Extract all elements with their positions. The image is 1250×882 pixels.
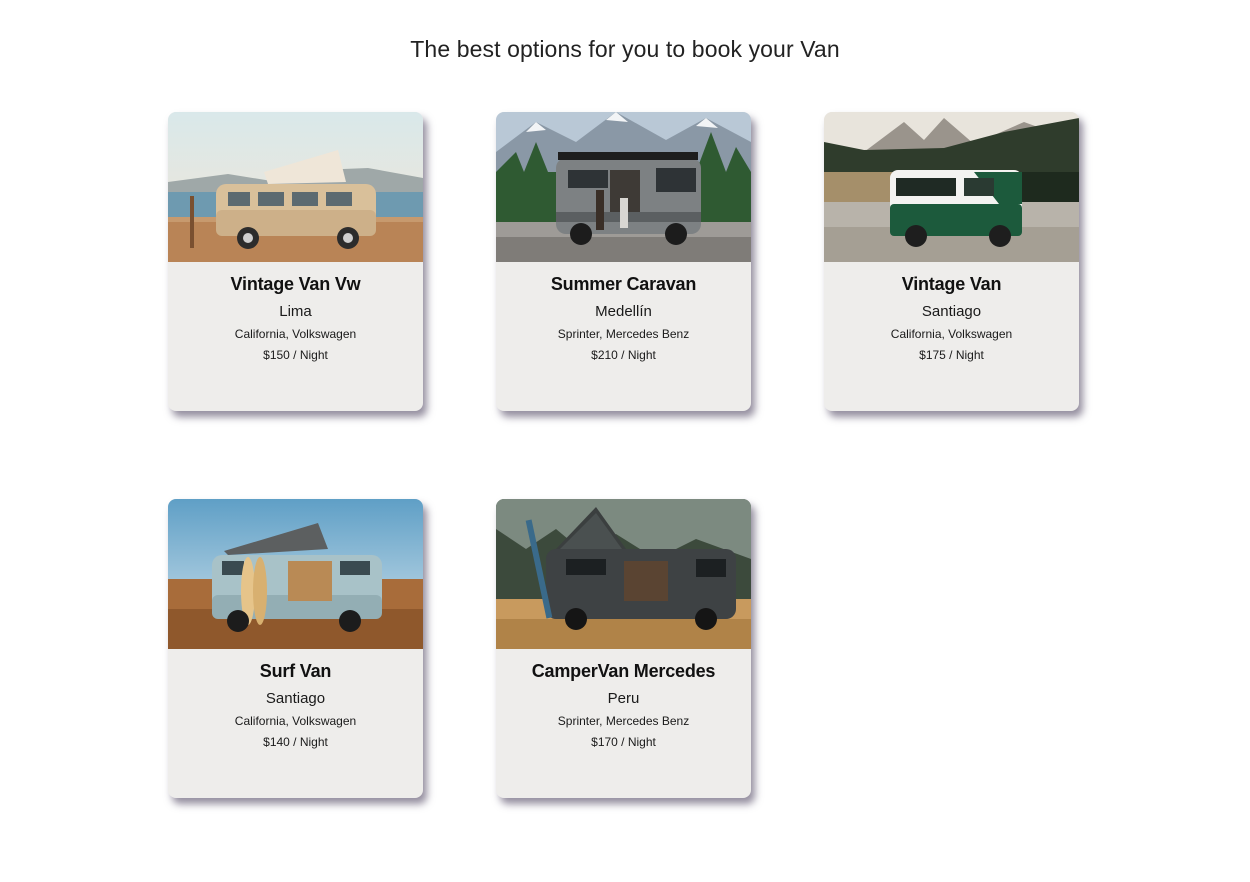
van-card[interactable]: Surf Van Santiago California, Volkswagen…: [168, 499, 423, 798]
van-city: Medellín: [595, 303, 652, 320]
van-city: Santiago: [921, 303, 982, 320]
van-price: $170 / Night: [591, 735, 656, 749]
van-name: Surf Van: [259, 661, 332, 681]
van-model: California, Volkswagen: [234, 714, 357, 728]
van-card[interactable]: Vintage Van Santiago California, Volkswa…: [824, 112, 1079, 411]
van-model: California, Volkswagen: [890, 327, 1013, 341]
page-title: The best options for you to book your Va…: [410, 36, 840, 62]
van-photo[interactable]: [168, 112, 423, 262]
van-photo[interactable]: [168, 499, 423, 649]
van-name: Vintage Van: [901, 274, 1002, 294]
van-model: California, Volkswagen: [234, 327, 357, 341]
van-model: Sprinter, Mercedes Benz: [557, 714, 690, 728]
van-name: Summer Caravan: [550, 274, 697, 294]
van-city: Santiago: [265, 690, 326, 707]
van-model: Sprinter, Mercedes Benz: [557, 327, 690, 341]
van-card[interactable]: CamperVan Mercedes Peru Sprinter, Merced…: [496, 499, 751, 798]
van-price: $140 / Night: [263, 735, 328, 749]
van-name: CamperVan Mercedes: [531, 661, 716, 681]
van-photo[interactable]: [824, 112, 1079, 262]
van-photo[interactable]: [496, 499, 751, 649]
van-card[interactable]: Summer Caravan Medellín Sprinter, Merced…: [496, 112, 751, 411]
van-city: Peru: [607, 690, 640, 707]
van-price: $150 / Night: [263, 348, 328, 362]
van-price: $210 / Night: [591, 348, 656, 362]
van-photo[interactable]: [496, 112, 751, 262]
van-price: $175 / Night: [919, 348, 984, 362]
van-city: Lima: [279, 303, 312, 320]
van-card[interactable]: Vintage Van Vw Lima California, Volkswag…: [168, 112, 423, 411]
van-name: Vintage Van Vw: [230, 274, 361, 294]
